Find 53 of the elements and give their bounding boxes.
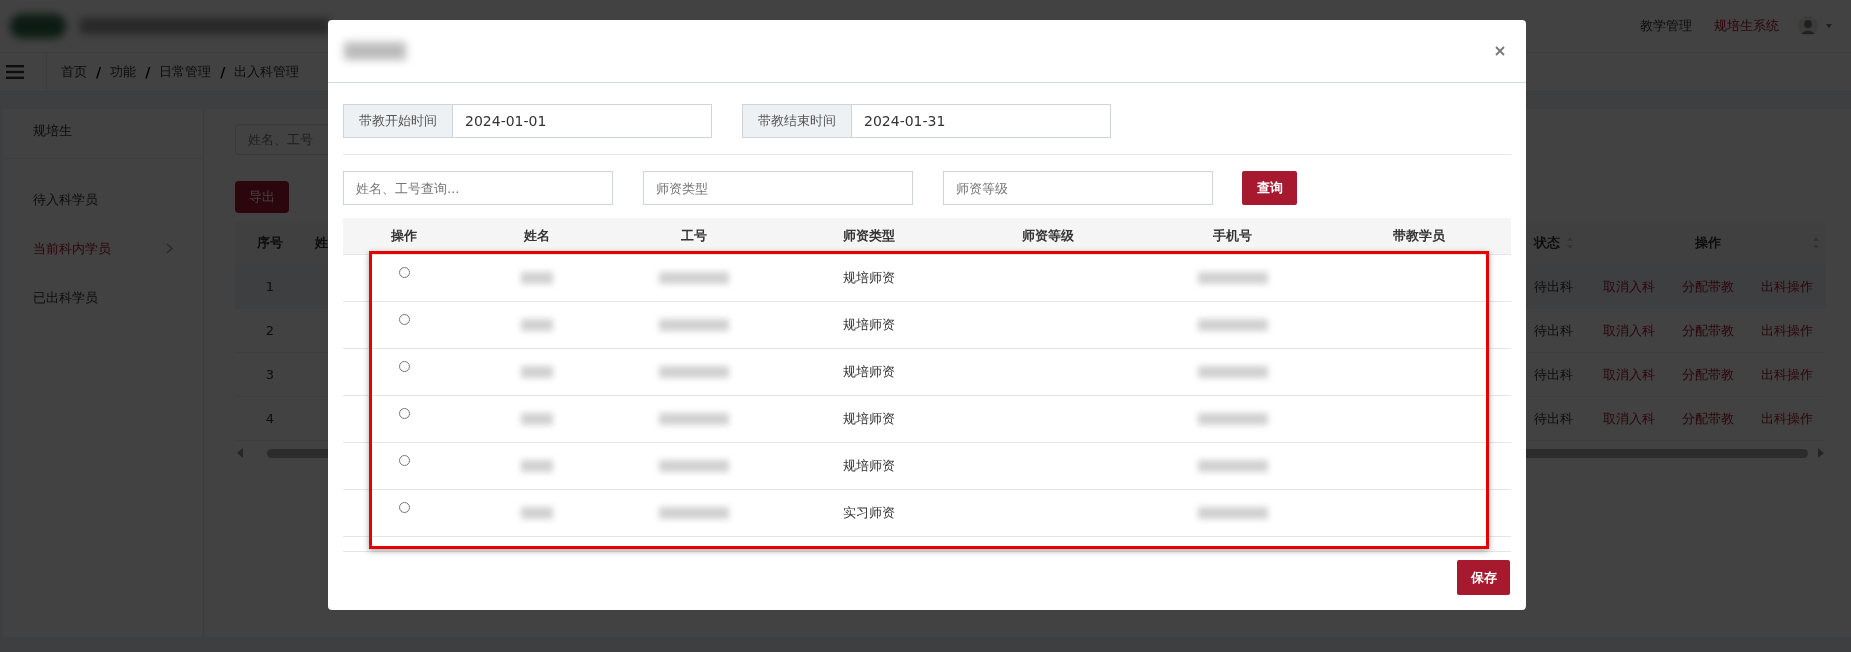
redacted-text [1197, 413, 1268, 425]
table-cell: 规培师资 [842, 363, 895, 381]
redacted-text [659, 272, 729, 284]
date-field[interactable]: 带教开始时间 2024-01-01 [343, 104, 712, 138]
action-link[interactable]: 分配带教 [1682, 321, 1734, 340]
redacted-text [1197, 366, 1268, 378]
table-cell: 实习师资 [842, 504, 895, 522]
breadcrumb-separator: / [145, 64, 151, 80]
table-cell: 规培师资 [842, 316, 895, 334]
redacted-text [520, 366, 553, 378]
redacted-text [1197, 507, 1268, 519]
table-cell: 规培师资 [842, 410, 895, 428]
column-header: 操作 [391, 227, 417, 245]
table-cell: 规培师资 [842, 269, 895, 287]
redacted-title [344, 42, 406, 60]
date-field[interactable]: 带教结束时间 2024-01-31 [742, 104, 1111, 138]
redacted-text [520, 460, 553, 472]
column-header: 手机号 [1213, 227, 1252, 245]
radio-button[interactable] [398, 361, 410, 372]
close-icon[interactable] [1495, 46, 1505, 56]
redacted-text [659, 413, 729, 425]
radio-button[interactable] [398, 267, 410, 278]
radio-button[interactable] [398, 314, 410, 325]
action-link[interactable]: 分配带教 [1682, 409, 1734, 428]
filter-field[interactable]: 姓名、工号查询... [343, 171, 613, 205]
search-button[interactable]: 查询 [1242, 171, 1297, 205]
column-header: 师资等级 [1021, 227, 1074, 245]
table-cell: 规培师资 [842, 457, 895, 475]
column-header: 带教学员 [1393, 227, 1445, 245]
redacted-text [1197, 460, 1268, 472]
save-button[interactable]: 保存 [1457, 560, 1510, 595]
redacted-text [659, 366, 729, 378]
redacted-text [659, 460, 729, 472]
column-header: 姓名 [523, 227, 550, 245]
redacted-text [659, 319, 729, 331]
breadcrumb-separator: / [220, 64, 226, 80]
redacted-text [520, 507, 553, 519]
action-link[interactable]: 分配带教 [1682, 365, 1734, 384]
redacted-text [520, 413, 553, 425]
radio-button[interactable] [398, 455, 410, 466]
breadcrumb-separator: / [96, 64, 102, 80]
column-header: 工号 [681, 227, 707, 245]
radio-button[interactable] [398, 502, 410, 513]
redacted-text [520, 319, 553, 331]
redacted-text [659, 507, 729, 519]
filter-field[interactable]: 师资等级 [943, 171, 1213, 205]
redacted-text [1197, 272, 1268, 284]
top-menu-item[interactable]: 规培生系统 [1714, 17, 1779, 35]
redacted-text [1197, 319, 1268, 331]
redacted-text [520, 272, 553, 284]
column-header: 师资类型 [842, 227, 895, 245]
filter-field[interactable]: 师资类型 [643, 171, 913, 205]
radio-button[interactable] [398, 408, 410, 419]
